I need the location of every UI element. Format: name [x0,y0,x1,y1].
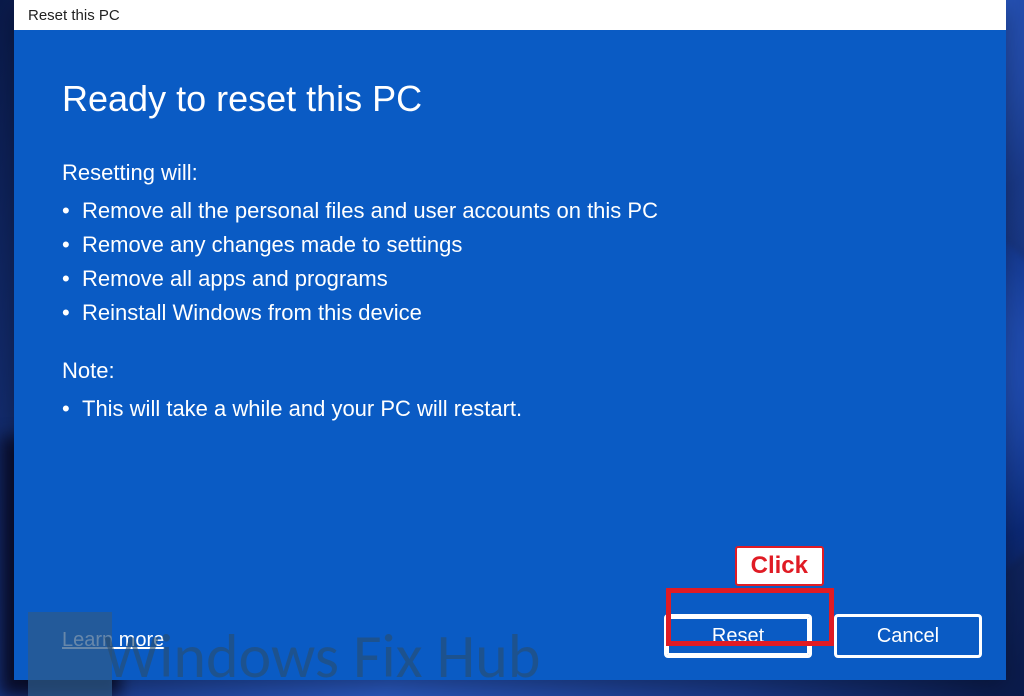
reset-bullet: Reinstall Windows from this device [62,296,958,330]
annotation-click-label: Click [735,546,824,586]
reset-bullet: Remove all the personal files and user a… [62,194,958,228]
annotation-highlight-box [666,588,834,646]
dialog-title: Reset this PC [28,7,120,24]
note-bullet: This will take a while and your PC will … [62,392,958,426]
watermark-text: Windows Fix Hub [104,618,540,694]
note-label: Note: [62,358,958,384]
dialog-titlebar: Reset this PC [14,0,1006,30]
note-bullet-list: This will take a while and your PC will … [62,392,958,426]
reset-bullet: Remove all apps and programs [62,262,958,296]
dialog-body: Ready to reset this PC Resetting will: R… [14,30,1006,680]
cancel-button[interactable]: Cancel [834,614,982,658]
reset-bullet: Remove any changes made to settings [62,228,958,262]
reset-pc-dialog: Reset this PC Ready to reset this PC Res… [14,0,1006,680]
dialog-heading: Ready to reset this PC [62,78,958,120]
reset-bullet-list: Remove all the personal files and user a… [62,194,958,330]
watermark-windows-icon [28,612,112,696]
resetting-will-label: Resetting will: [62,160,958,186]
